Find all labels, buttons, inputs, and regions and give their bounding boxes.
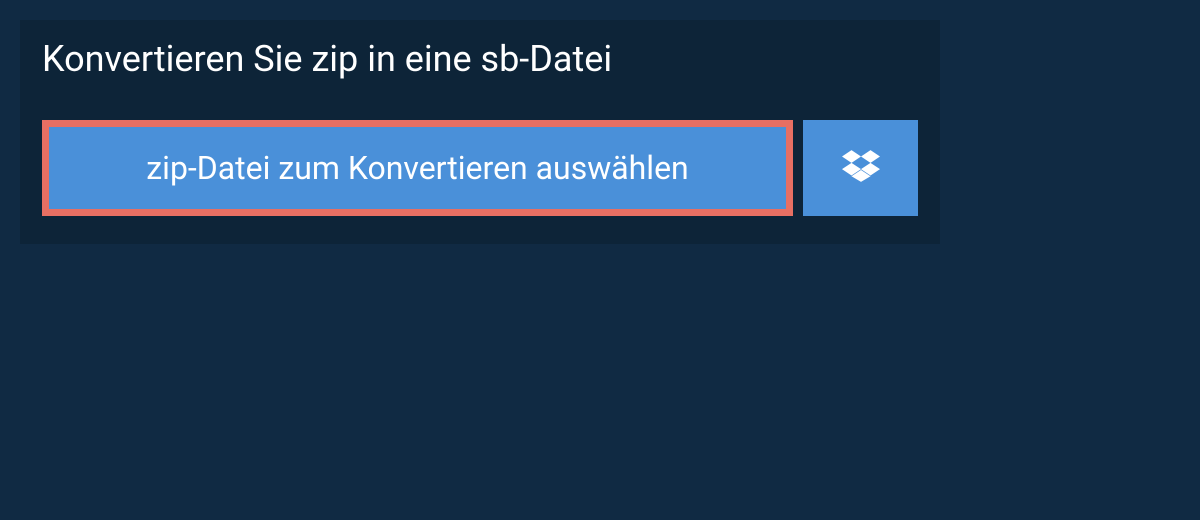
select-file-button[interactable]: zip-Datei zum Konvertieren auswählen xyxy=(42,120,793,216)
conversion-panel: Konvertieren Sie zip in eine sb-Datei zi… xyxy=(20,20,940,244)
dropbox-button[interactable] xyxy=(803,120,918,216)
select-file-label: zip-Datei zum Konvertieren auswählen xyxy=(146,149,688,187)
button-row: zip-Datei zum Konvertieren auswählen xyxy=(20,98,940,244)
dropbox-icon xyxy=(842,147,880,189)
page-title: Konvertieren Sie zip in eine sb-Datei xyxy=(42,38,612,80)
heading-wrapper: Konvertieren Sie zip in eine sb-Datei xyxy=(20,20,634,98)
